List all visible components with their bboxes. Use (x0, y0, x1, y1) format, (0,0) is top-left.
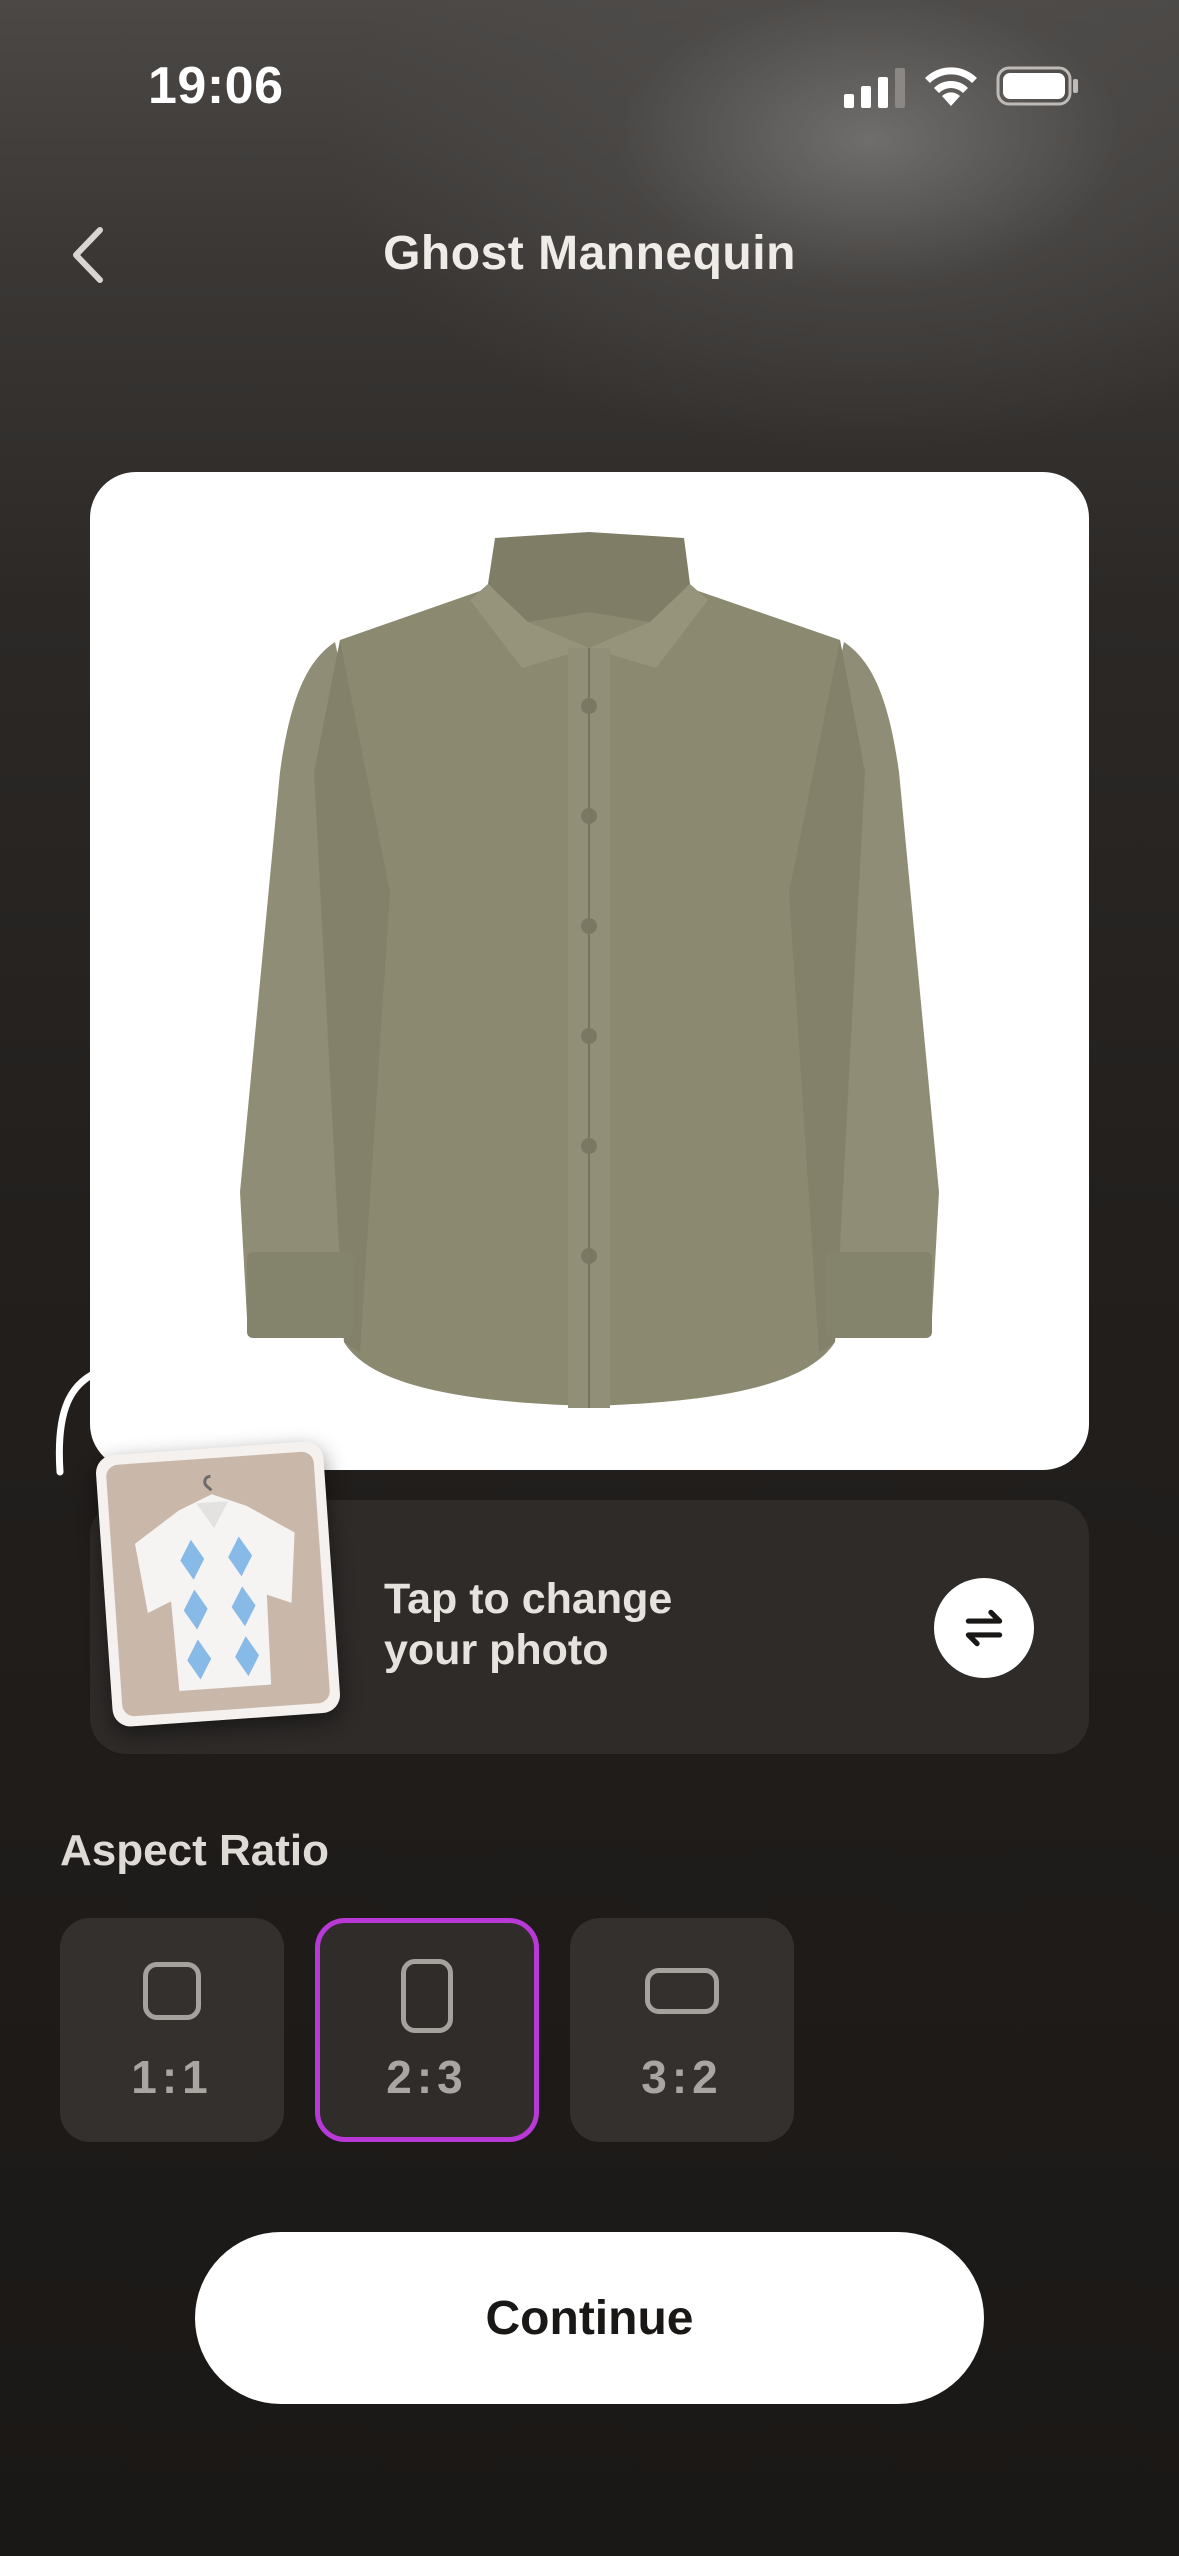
source-photo-thumbnail[interactable] (94, 1440, 342, 1728)
preview-image-card (90, 472, 1089, 1470)
ratio-label: 2:3 (386, 2051, 468, 2103)
square-icon (143, 1962, 201, 2020)
change-photo-label: Tap to change your photo (384, 1574, 804, 1676)
polo-shirt-image (134, 1474, 295, 1691)
portrait-rect-icon (401, 1959, 453, 2033)
battery-icon (996, 66, 1078, 106)
swap-arrows-icon (965, 1609, 1003, 1647)
swap-photo-button[interactable] (934, 1578, 1034, 1678)
aspect-ratio-3-2-button[interactable]: 3:2 (570, 1918, 794, 2142)
page-title: Ghost Mannequin (383, 227, 796, 280)
aspect-ratio-2-3-button[interactable]: 2:3 (315, 1918, 539, 2142)
ratio-label: 1:1 (131, 2051, 213, 2103)
change-photo-label-line2: your photo (384, 1626, 609, 1674)
shirt-image (240, 532, 939, 1408)
wifi-icon (925, 67, 977, 106)
cellular-signal-icon (844, 68, 905, 108)
landscape-rect-icon (645, 1968, 719, 2014)
ratio-label: 3:2 (641, 2051, 723, 2103)
aspect-ratio-label: Aspect Ratio (60, 1826, 329, 1875)
status-time: 19:06 (148, 57, 284, 115)
aspect-ratio-1-1-button[interactable]: 1:1 (60, 1918, 284, 2142)
continue-button[interactable]: Continue (195, 2232, 984, 2404)
change-photo-label-line1: Tap to change (384, 1575, 673, 1623)
